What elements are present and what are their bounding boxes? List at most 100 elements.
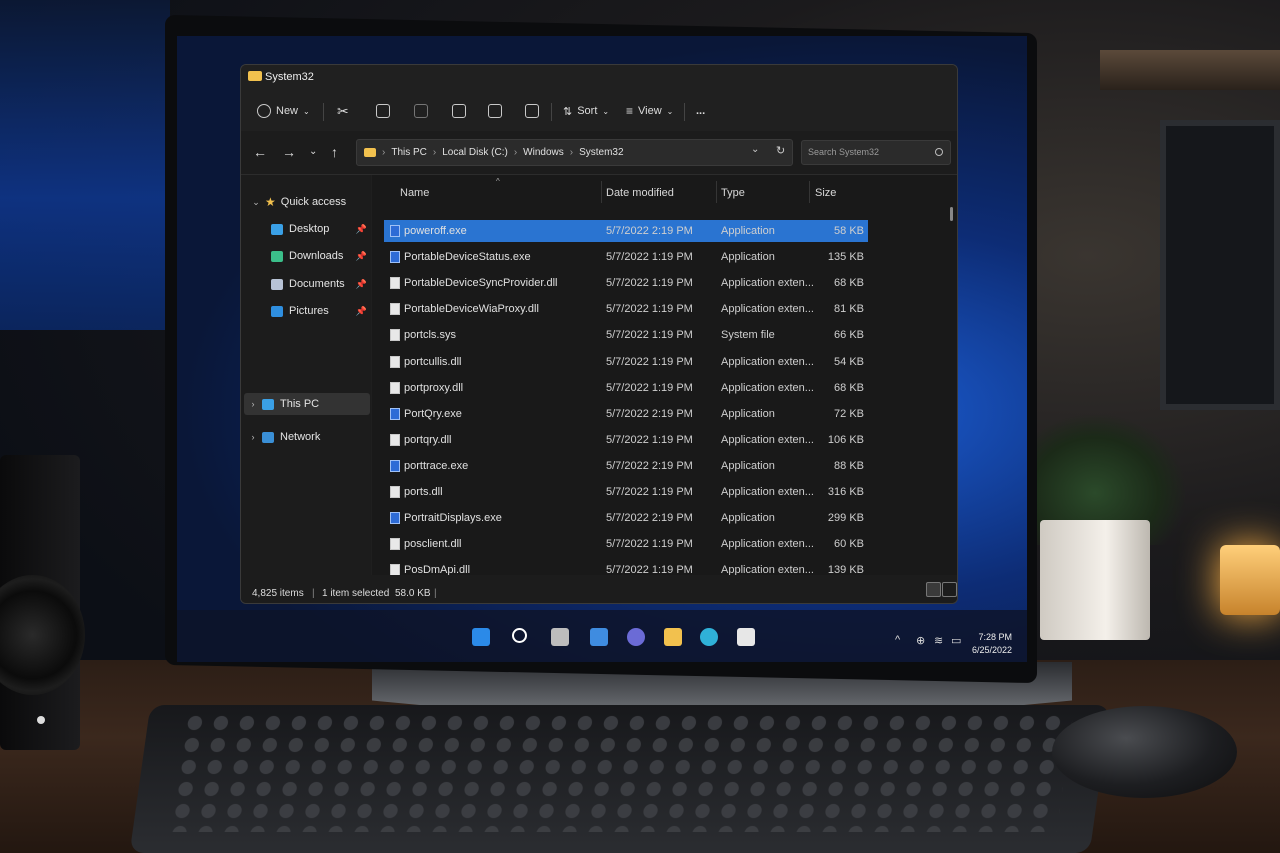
file-size: 81 KB xyxy=(834,303,864,316)
sort-button[interactable]: ⇅ Sort ⌄ xyxy=(563,101,609,121)
back-arrow-icon[interactable]: ← xyxy=(253,144,267,160)
file-date-modified: 5/7/2022 2:19 PM xyxy=(606,407,693,420)
chat-icon[interactable] xyxy=(627,628,645,646)
sidebar-item-documents[interactable]: Documents 📌 xyxy=(271,273,371,295)
file-date-modified: 5/7/2022 1:19 PM xyxy=(606,486,693,498)
column-divider[interactable] xyxy=(601,181,602,203)
file-size: 106 KB xyxy=(827,433,864,446)
navigation-pane: ⌄ ★ Quick access Desktop 📌 Downloads 📌 D… xyxy=(241,175,371,575)
file-date-modified: 5/7/2022 1:19 PM xyxy=(606,303,693,316)
clock[interactable]: 7:28 PM 6/25/2022 xyxy=(972,631,1012,657)
refresh-icon[interactable]: ↻ xyxy=(776,144,785,157)
sidebar-item-downloads[interactable]: Downloads 📌 xyxy=(271,245,371,267)
folder-icon xyxy=(248,71,262,81)
table-row[interactable]: PortableDeviceSyncProvider.dll 5/7/2022 1… xyxy=(384,272,868,294)
forward-arrow-icon[interactable]: → xyxy=(282,144,296,160)
breadcrumb-chevron-icon: › xyxy=(382,147,386,158)
title-bar[interactable]: System32 xyxy=(241,65,957,91)
breadcrumb-system32[interactable]: System32 xyxy=(579,147,623,158)
table-row[interactable]: porttrace.exe 5/7/2022 2:19 PM Application… xyxy=(384,455,868,477)
application-icon xyxy=(390,251,400,264)
file-icon xyxy=(390,303,400,316)
new-label: New xyxy=(276,105,299,117)
file-type: Application xyxy=(721,251,775,264)
column-divider[interactable] xyxy=(809,181,810,203)
recent-chevron-icon[interactable]: ⌄ xyxy=(309,146,317,157)
table-row[interactable]: portcullis.dll 5/7/2022 1:19 PM Applicatio… xyxy=(384,351,868,373)
tiles-view-button[interactable] xyxy=(942,582,957,597)
table-row[interactable]: PortableDeviceWiaProxy.dll 5/7/2022 1:19 … xyxy=(384,298,868,320)
column-size[interactable]: Size xyxy=(815,187,836,199)
more-options-button[interactable]: ... xyxy=(696,101,705,121)
scrollbar-thumb[interactable] xyxy=(950,207,953,221)
pin-icon[interactable]: 📌 xyxy=(356,279,367,290)
table-row[interactable]: portproxy.dll 5/7/2022 1:19 PM Application… xyxy=(384,377,868,399)
column-name[interactable]: Name xyxy=(400,187,429,199)
taskbar: ^ ⊕ ≋ ▭ 7:28 PM 6/25/2022 xyxy=(177,610,1027,662)
application-icon xyxy=(390,225,400,237)
breadcrumb-local-disk[interactable]: Local Disk (C:) xyxy=(442,147,508,158)
table-row[interactable]: PortableDeviceStatus.exe 5/7/2022 1:19 PM… xyxy=(384,246,868,268)
breadcrumb-this-pc[interactable]: This PC xyxy=(391,147,427,158)
file-type: Application exten... xyxy=(721,538,814,551)
battery-icon[interactable]: ▭ xyxy=(951,634,961,647)
table-row[interactable]: ports.dll 5/7/2022 1:19 PM Application ext… xyxy=(384,481,868,503)
sidebar-item-this-pc[interactable]: › This PC xyxy=(244,393,370,415)
file-name: portcls.sys xyxy=(404,329,456,342)
speaker-led xyxy=(37,716,45,724)
edge-icon[interactable] xyxy=(700,628,718,646)
clock-date: 6/25/2022 xyxy=(972,645,1013,655)
table-row[interactable]: portcls.sys 5/7/2022 1:19 PM System file 66… xyxy=(384,324,868,346)
file-size: 316 KB xyxy=(827,486,864,498)
start-icon[interactable] xyxy=(472,628,490,646)
widgets-icon[interactable] xyxy=(590,628,608,646)
table-row[interactable]: poweroff.exe 5/7/2022 2:19 PM Application 5… xyxy=(384,220,868,242)
search-input[interactable]: Search System32 xyxy=(801,140,951,165)
sidebar-item-label: Documents xyxy=(289,278,345,290)
cut-button[interactable]: ✂ xyxy=(337,101,349,121)
table-row[interactable]: portqry.dll 5/7/2022 1:19 PM Application e… xyxy=(384,429,868,451)
file-size: 88 KB xyxy=(834,459,864,472)
file-size: 68 KB xyxy=(834,277,864,290)
item-count: 4,825 items xyxy=(252,588,304,599)
pin-icon[interactable]: 📌 xyxy=(356,224,367,235)
file-name: portproxy.dll xyxy=(404,381,464,394)
search-icon[interactable] xyxy=(512,628,527,643)
table-row[interactable]: posclient.dll 5/7/2022 1:19 PM Application… xyxy=(384,533,868,555)
chevron-down-icon: ⌄ xyxy=(602,106,610,116)
lamp xyxy=(1220,545,1280,615)
file-name: porttrace.exe xyxy=(404,459,469,472)
delete-button[interactable] xyxy=(525,101,539,121)
file-date-modified: 5/7/2022 2:19 PM xyxy=(606,459,693,472)
store-icon[interactable] xyxy=(737,628,755,646)
rename-button[interactable] xyxy=(452,101,466,121)
new-button[interactable]: New ⌄ xyxy=(257,101,310,121)
share-button[interactable] xyxy=(488,101,502,121)
sidebar-item-pictures[interactable]: Pictures 📌 xyxy=(271,300,371,322)
pin-icon[interactable]: 📌 xyxy=(356,251,367,262)
column-date-modified[interactable]: Date modified xyxy=(606,187,674,199)
address-bar[interactable]: › This PC › Local Disk (C:) › Windows › … xyxy=(356,139,793,166)
pin-icon[interactable]: 📌 xyxy=(356,306,367,317)
breadcrumb-windows[interactable]: Windows xyxy=(523,147,564,158)
copy-button[interactable] xyxy=(376,101,390,121)
language-icon[interactable]: ⊕ xyxy=(916,634,925,647)
up-arrow-icon[interactable]: ↑ xyxy=(331,144,338,160)
file-explorer-icon[interactable] xyxy=(664,628,682,646)
file-size: 299 KB xyxy=(827,512,864,525)
view-button[interactable]: ≡ View ⌄ xyxy=(626,101,673,121)
tray-chevron-icon[interactable]: ^ xyxy=(895,634,900,646)
desktop-icon xyxy=(271,223,283,235)
column-divider[interactable] xyxy=(716,181,717,203)
table-row[interactable]: PortQry.exe 5/7/2022 2:19 PM Application 72… xyxy=(384,403,868,425)
sidebar-item-network[interactable]: › Network xyxy=(244,426,370,448)
column-type[interactable]: Type xyxy=(721,187,745,199)
task-view-icon[interactable] xyxy=(551,628,569,646)
paste-button[interactable] xyxy=(414,101,428,121)
address-history-chevron-icon[interactable]: ⌄ xyxy=(751,144,759,155)
wifi-icon[interactable]: ≋ xyxy=(934,634,943,647)
sidebar-item-quick-access[interactable]: ⌄ ★ Quick access xyxy=(247,191,373,213)
table-row[interactable]: PortraitDisplays.exe 5/7/2022 2:19 PM Appl… xyxy=(384,507,868,529)
details-view-button[interactable] xyxy=(926,582,941,597)
sidebar-item-desktop[interactable]: Desktop 📌 xyxy=(271,218,371,240)
